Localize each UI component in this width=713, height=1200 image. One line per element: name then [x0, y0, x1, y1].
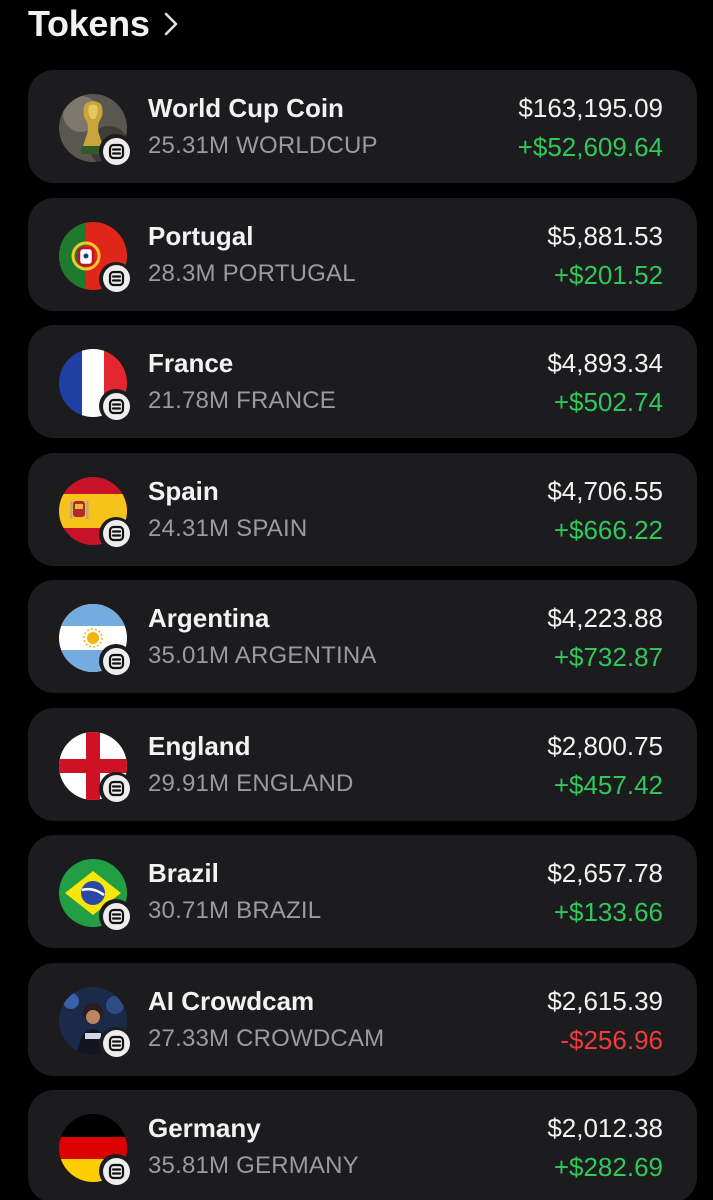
s-badge-icon	[99, 644, 133, 678]
token-avatar	[59, 604, 133, 678]
token-avatar	[59, 731, 133, 806]
token-holding: 27.33M CROWDCAM	[148, 1024, 385, 1052]
tokens-screen: Tokens World Cup Coin 25.31M WORLDCUP $1…	[0, 0, 713, 1200]
token-change: +$282.69	[553, 1152, 663, 1182]
token-value: $2,657.78	[547, 858, 663, 888]
token-avatar	[59, 859, 133, 933]
token-row-crowdcam[interactable]: AI Crowdcam 27.33M CROWDCAM $2,615.39 -$…	[28, 962, 697, 1076]
token-holding: 21.78M FRANCE	[148, 387, 336, 414]
token-value: $2,800.75	[547, 730, 663, 761]
token-holding: 35.01M ARGENTINA	[148, 642, 377, 669]
token-name: AI Crowdcam	[148, 985, 315, 1016]
token-row-germany[interactable]: Germany 35.81M GERMANY $2,012.38 +$282.6…	[28, 1090, 697, 1200]
token-holding: 28.3M PORTUGAL	[148, 259, 356, 287]
token-change: +$502.74	[553, 387, 663, 417]
token-avatar	[59, 349, 133, 423]
token-avatar	[59, 476, 133, 551]
s-badge-icon	[99, 389, 133, 423]
token-value: $2,012.38	[547, 1113, 663, 1143]
s-badge-icon	[99, 1154, 133, 1188]
s-badge-icon	[99, 261, 133, 296]
s-badge-icon	[99, 899, 133, 933]
token-row-portugal[interactable]: Portugal 28.3M PORTUGAL $5,881.53 +$201.…	[28, 197, 697, 311]
token-name: Germany	[148, 1113, 261, 1143]
token-change: +$201.52	[553, 259, 663, 290]
token-value: $5,881.53	[547, 220, 663, 251]
token-change: +$133.66	[553, 897, 663, 927]
token-row-england[interactable]: England 29.91M ENGLAND $2,800.75 +$457.4…	[28, 707, 697, 821]
s-badge-icon	[99, 134, 133, 168]
token-value: $4,706.55	[547, 475, 663, 506]
token-name: Brazil	[148, 858, 219, 888]
token-row-worldcup[interactable]: World Cup Coin 25.31M WORLDCUP $163,195.…	[28, 70, 697, 183]
token-change: +$52,609.64	[517, 132, 663, 162]
chevron-right-icon	[162, 11, 184, 37]
token-row-brazil[interactable]: Brazil 30.71M BRAZIL $2,657.78 +$133.66	[28, 835, 697, 948]
token-row-argentina[interactable]: Argentina 35.01M ARGENTINA $4,223.88 +$7…	[28, 580, 697, 693]
token-value: $163,195.09	[518, 93, 663, 123]
token-holding: 30.71M BRAZIL	[148, 897, 322, 924]
token-name: France	[148, 348, 234, 378]
token-value: $4,893.34	[547, 348, 663, 378]
token-row-france[interactable]: France 21.78M FRANCE $4,893.34 +$502.74	[28, 325, 697, 438]
token-row-spain[interactable]: Spain 24.31M SPAIN $4,706.55 +$666.22	[28, 452, 697, 566]
token-change: +$732.87	[553, 642, 663, 672]
token-change: -$256.96	[560, 1024, 663, 1055]
s-badge-icon	[99, 516, 133, 551]
token-avatar	[59, 94, 133, 168]
s-badge-icon	[99, 1026, 133, 1061]
token-holding: 25.31M WORLDCUP	[148, 132, 378, 159]
token-value: $4,223.88	[547, 603, 663, 633]
token-holding: 35.81M GERMANY	[148, 1152, 359, 1179]
s-badge-icon	[99, 771, 133, 806]
token-avatar	[59, 221, 133, 296]
token-name: England	[148, 730, 251, 761]
token-list: World Cup Coin 25.31M WORLDCUP $163,195.…	[28, 70, 697, 1200]
page-title: Tokens	[28, 3, 150, 44]
tokens-header-link[interactable]: Tokens	[28, 2, 184, 46]
token-holding: 24.31M SPAIN	[148, 514, 308, 542]
token-avatar	[59, 986, 133, 1061]
token-name: Argentina	[148, 603, 270, 633]
token-change: +$666.22	[553, 514, 663, 545]
token-name: Portugal	[148, 220, 254, 251]
token-avatar	[59, 1114, 133, 1188]
token-name: World Cup Coin	[148, 93, 344, 123]
token-value: $2,615.39	[547, 985, 663, 1016]
token-name: Spain	[148, 475, 219, 506]
token-holding: 29.91M ENGLAND	[148, 769, 354, 797]
token-change: +$457.42	[553, 769, 663, 800]
